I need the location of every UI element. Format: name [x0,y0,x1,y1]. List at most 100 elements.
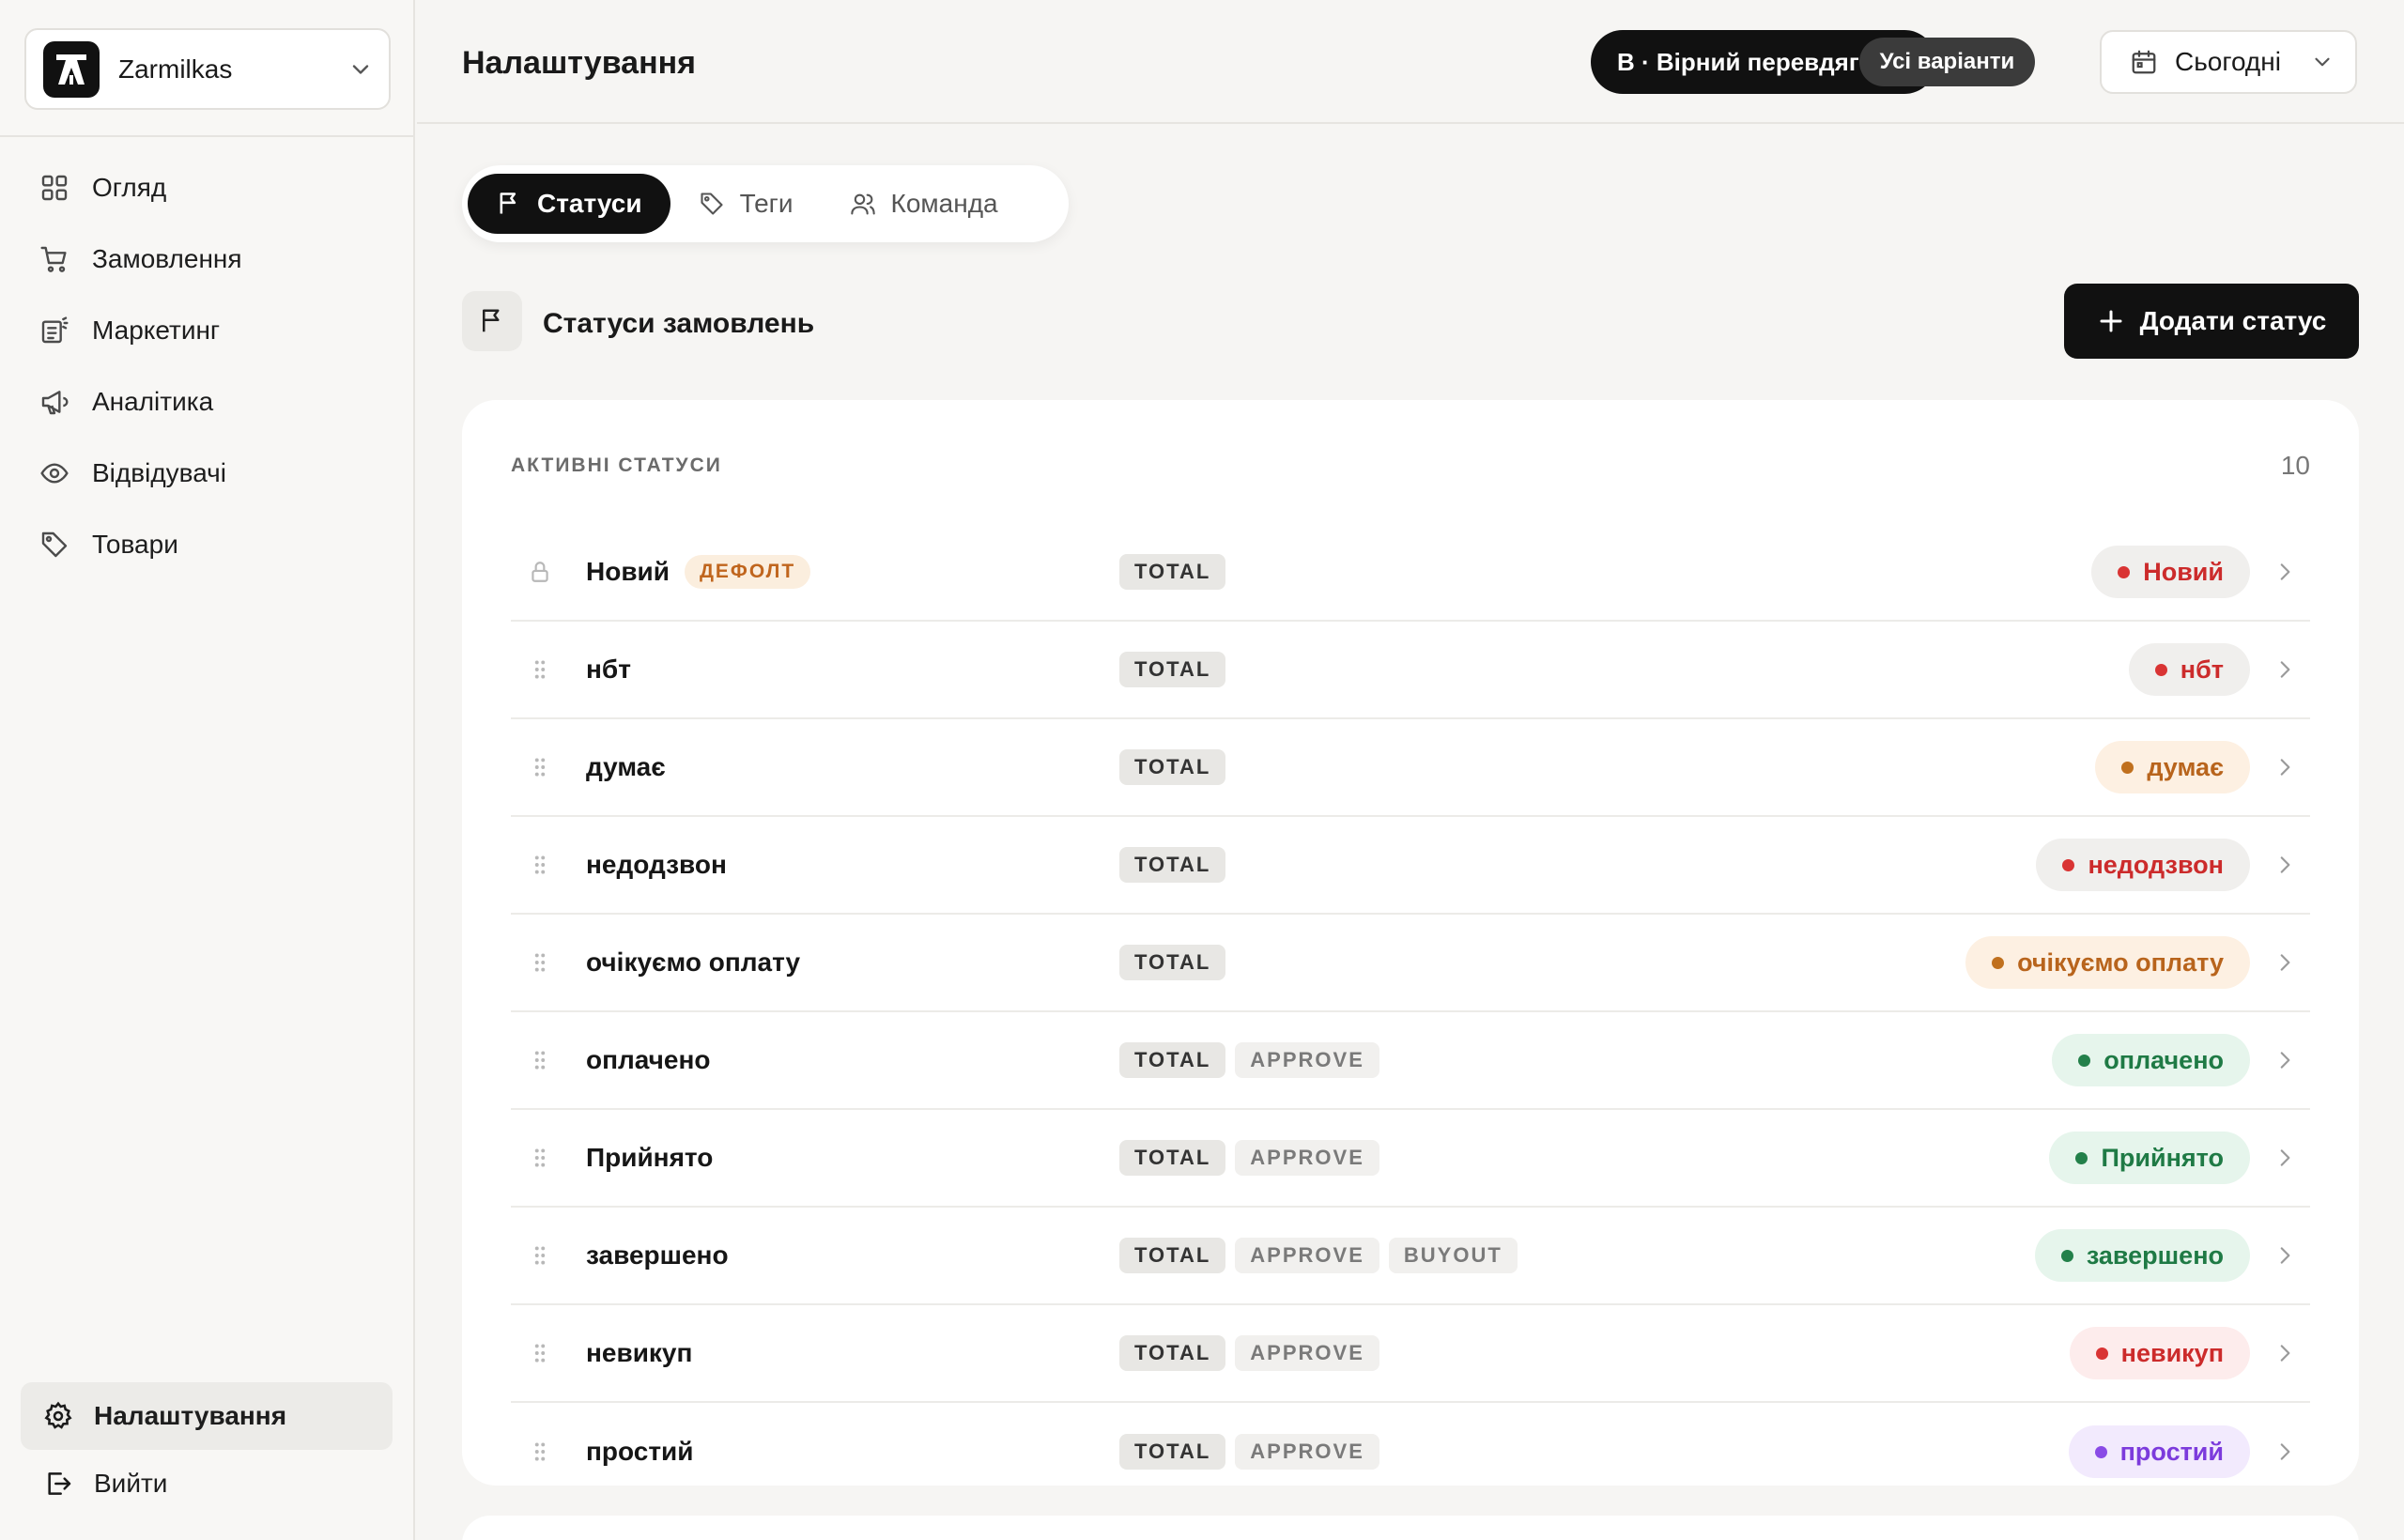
status-row[interactable]: простий TOTAL APPROVE простий [511,1403,2310,1501]
status-name-text: Новий [586,557,670,586]
status-row[interactable]: завершено TOTAL APPROVE BUYOUT завершено [511,1208,2310,1305]
sidebar-nav: Огляд Замовлення Маркетинг Аналітика Від… [21,160,396,588]
status-dot [2078,1054,2091,1067]
drag-handle[interactable] [511,1341,586,1365]
chevron-down-icon [352,64,369,74]
tag-icon [41,531,68,558]
status-badge-label: Новий [2143,557,2224,586]
add-status-button[interactable]: Додати статус [2064,284,2359,359]
section-title: Статуси замовлень [543,308,815,339]
drag-handle[interactable] [511,755,586,779]
sidebar-divider [0,135,413,137]
sidebar-item-settings[interactable]: Налаштування [21,1382,393,1450]
sidebar-item-visitors[interactable]: Відвідувачі [21,445,396,501]
status-row[interactable]: невикуп TOTAL APPROVE невикуп [511,1305,2310,1403]
drag-handle-icon [534,953,546,972]
status-badge: завершено [2034,1229,2250,1282]
sidebar-item-analytics[interactable]: Аналітика [21,374,396,430]
status-name-text: очікуємо оплату [586,947,801,977]
status-row[interactable]: очікуємо оплату TOTAL очікуємо оплату [511,915,2310,1012]
status-name: нбт [586,654,631,685]
date-picker[interactable]: Сьогодні [2100,30,2357,94]
card-heading: АКТИВНІ СТАТУСИ [511,454,722,476]
tag-total: TOTAL [1119,652,1226,687]
drag-handle-icon [534,1442,546,1461]
sidebar-item-products[interactable]: Товари [21,516,396,573]
status-badge-label: завершено [2086,1240,2224,1270]
tag-buyout: BUYOUT [1388,1238,1518,1273]
variant-switcher[interactable]: В · Вірний перевдяг Усі варіанти [1591,30,2036,94]
status-badge-label: невикуп [2120,1338,2224,1367]
tag-approve: APPROVE [1235,1335,1379,1371]
drag-handle-icon [534,758,546,777]
tag-total: TOTAL [1119,945,1226,980]
page-title: Налаштування [462,45,696,81]
status-row[interactable]: Новий ДЕФОЛТ TOTAL Новий [511,524,2310,622]
chevron-right-icon [2280,1443,2290,1460]
grid-icon [41,175,68,201]
workspace-switcher[interactable]: Zarmilkas [24,28,391,110]
sidebar-item-overview[interactable]: Огляд [21,160,396,216]
status-name: невикуп [586,1338,692,1368]
status-dot [2118,565,2131,578]
sidebar-item-label: Відвідувачі [92,458,226,487]
drag-handle[interactable] [511,853,586,877]
status-name-text: невикуп [586,1338,693,1367]
drag-handle[interactable] [511,1146,586,1170]
tab-statuses[interactable]: Статуси [468,174,670,234]
status-dot [1992,956,2005,969]
sidebar-item-orders[interactable]: Замовлення [21,231,396,287]
chevron-right-icon [2280,1345,2290,1362]
status-row[interactable]: недодзвон TOTAL недодзвон [511,817,2310,915]
drag-handle-icon [534,1148,546,1167]
status-row[interactable]: думає TOTAL думає [511,719,2310,817]
tag-approve: APPROVE [1235,1238,1379,1273]
workspace-logo [43,40,100,98]
status-badge: оплачено [2052,1034,2250,1086]
status-badge: недодзвон [2036,839,2250,891]
sidebar-item-label: Вийти [94,1469,168,1498]
logout-icon [48,1472,71,1495]
chevron-right-icon [2280,661,2290,678]
logo-icon [56,54,86,85]
topbar: Налаштування В · Вірний перевдяг Усі вар… [417,0,2404,124]
chevron-down-icon [2315,57,2330,67]
tag-approve: APPROVE [1235,1042,1379,1078]
section-icon [462,291,522,351]
status-badge-label: очікуємо оплату [2017,947,2224,977]
status-name-text: Прийнято [586,1143,714,1172]
chevron-right-icon [2280,563,2290,580]
status-name: очікуємо оплату [586,947,800,978]
status-row[interactable]: оплачено TOTAL APPROVE оплачено [511,1012,2310,1110]
tag-icon [701,192,723,215]
status-name-text: оплачено [586,1045,711,1074]
drag-handle[interactable] [511,1440,586,1464]
drag-handle[interactable] [511,950,586,975]
tag-approve: APPROVE [1235,1434,1379,1470]
sidebar-item-logout[interactable]: Вийти [21,1450,393,1517]
status-row[interactable]: Прийнято TOTAL APPROVE Прийнято [511,1110,2310,1208]
variant-label: В · Вірний перевдяг [1617,47,1859,76]
card-header: АКТИВНІ СТАТУСИ 10 [511,451,2310,481]
sidebar-item-marketing[interactable]: Маркетинг [21,302,396,359]
drag-handle[interactable] [511,657,586,682]
drag-handle[interactable] [511,1048,586,1072]
status-row[interactable]: нбт TOTAL нбт [511,622,2310,719]
marketing-icon [41,316,69,344]
drag-handle-icon [534,1051,546,1070]
status-count: 10 [2280,451,2310,480]
status-badge: Прийнято [2049,1132,2250,1184]
tab-tags[interactable]: Теги [670,174,822,234]
sidebar-item-label: Замовлення [92,244,242,273]
status-badge: Новий [2091,546,2250,598]
status-name: Новий ДЕФОЛТ [586,555,811,589]
status-dot [2075,1151,2088,1164]
all-variants-button[interactable]: Усі варіанти [1858,38,2036,86]
status-dot [2062,858,2075,871]
sidebar: Zarmilkas Огляд Замовлення Маркетинг Ана… [0,0,415,1540]
drag-handle[interactable] [511,1243,586,1268]
status-tags: TOTAL APPROVE [1119,1140,1379,1176]
status-name: простий [586,1437,693,1467]
tab-team[interactable]: Команда [822,174,1026,234]
status-badge-label: думає [2147,752,2224,781]
